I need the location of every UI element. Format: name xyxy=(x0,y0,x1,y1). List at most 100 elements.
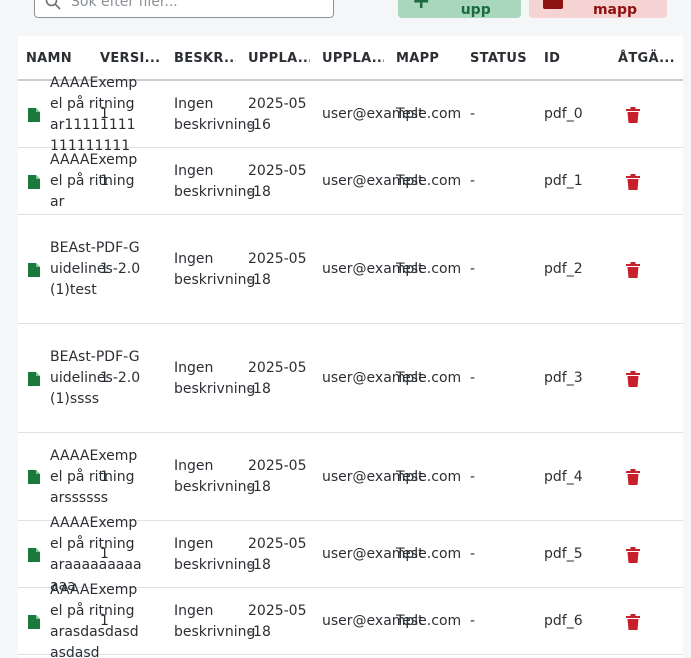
trash-icon[interactable] xyxy=(626,469,640,485)
column-header-id[interactable]: ID xyxy=(544,36,606,81)
trash-icon[interactable] xyxy=(626,173,640,190)
file-icon-cell xyxy=(28,433,42,521)
file-icon xyxy=(28,614,40,629)
file-icon xyxy=(28,174,40,189)
file-icon-cell xyxy=(28,148,42,215)
table-row[interactable]: AAAAExempel på ritningarasdasdasdasdasd 1… xyxy=(18,582,683,658)
row-actions xyxy=(626,324,646,433)
table-body: AAAAExempel på ritningar1111111111111111… xyxy=(18,75,683,658)
file-status: - xyxy=(470,468,476,485)
file-description: Ingen beskrivning xyxy=(174,602,256,640)
file-version: 1 xyxy=(100,261,109,277)
file-id: pdf_1 xyxy=(544,173,583,189)
file-upload-date: 2025-05-18 xyxy=(248,250,307,288)
row-actions xyxy=(626,215,646,324)
trash-icon[interactable] xyxy=(626,370,640,387)
file-description: Ingen beskrivning xyxy=(174,535,256,573)
file-icon xyxy=(28,262,40,277)
file-description: Ingen beskrivning xyxy=(174,359,256,397)
file-icon xyxy=(28,470,40,484)
file-icon xyxy=(28,371,40,386)
file-id: pdf_2 xyxy=(544,261,583,277)
file-status: - xyxy=(470,546,476,562)
column-header-status[interactable]: STATUS xyxy=(470,36,532,81)
file-folder: Test xyxy=(396,370,424,386)
file-upload-date: 2025-05-18 xyxy=(248,602,307,640)
trash-icon[interactable] xyxy=(626,546,640,563)
table-row[interactable]: BEAst-PDF-Guidelines-2.0 (1)test 1 Ingen b… xyxy=(18,215,683,324)
file-id: pdf_0 xyxy=(544,106,583,122)
column-header-upload-date[interactable]: UPPLA... xyxy=(248,36,310,81)
file-name[interactable]: AAAAExempel på ritningaraaaaaaaaaaaa xyxy=(50,515,142,594)
file-version: 1 xyxy=(100,370,109,386)
file-status: - xyxy=(470,261,476,277)
file-icon-cell xyxy=(28,588,42,655)
row-actions xyxy=(626,588,646,655)
file-icon xyxy=(28,547,40,562)
file-upload-date: 2025-05-16 xyxy=(248,95,307,133)
plus-icon: + xyxy=(412,0,431,14)
file-version: 1 xyxy=(100,468,109,485)
file-upload-date: 2025-05-18 xyxy=(248,162,307,200)
files-table: NAMN VERSI... BESKR... UPPLA... UPPLA...… xyxy=(18,36,683,658)
file-name[interactable]: AAAAExempel på ritningarasdasdasdasdasd xyxy=(50,582,142,658)
file-name[interactable]: AAAAExempel på ritningarssssss xyxy=(50,433,142,521)
file-id: pdf_6 xyxy=(544,613,583,629)
search-field[interactable] xyxy=(34,0,334,18)
upload-button[interactable]: + Ladda upp xyxy=(398,0,521,18)
file-upload-date: 2025-05-18 xyxy=(248,359,307,397)
table-row[interactable]: AAAAExempel på ritningar1111111111111111… xyxy=(18,75,683,154)
file-folder: Test xyxy=(396,613,424,629)
file-folder: Test xyxy=(396,261,424,277)
row-actions xyxy=(626,521,646,588)
file-id: pdf_3 xyxy=(544,370,583,386)
delete-folder-button[interactable]: Ta bort mapp xyxy=(529,0,667,18)
file-folder: Test xyxy=(396,468,424,485)
trash-icon[interactable] xyxy=(626,106,640,123)
file-name[interactable]: AAAAExempel på ritningar1111111111111111… xyxy=(50,75,142,154)
file-description: Ingen beskrivning xyxy=(174,458,256,495)
trash-icon[interactable] xyxy=(626,261,640,278)
column-header-uploader[interactable]: UPPLA... xyxy=(322,36,384,81)
search-icon xyxy=(45,0,61,10)
file-status: - xyxy=(470,370,476,386)
search-input[interactable] xyxy=(71,0,311,10)
column-header-folder[interactable]: MAPP xyxy=(396,36,458,81)
file-icon xyxy=(28,107,40,122)
file-id: pdf_5 xyxy=(544,546,583,562)
column-header-actions[interactable]: ÅTGÄ... xyxy=(618,36,680,81)
file-upload-date: 2025-05-18 xyxy=(248,535,307,573)
file-version: 1 xyxy=(100,613,109,629)
file-version: 1 xyxy=(100,546,109,562)
file-upload-date: 2025-05-18 xyxy=(248,458,307,495)
file-folder: Test xyxy=(396,173,424,189)
file-description: Ingen beskrivning xyxy=(174,95,256,133)
file-description: Ingen beskrivning xyxy=(174,162,256,200)
file-status: - xyxy=(470,173,476,189)
table-row[interactable]: AAAAExempel på ritningar 1 Ingen beskrivni… xyxy=(18,148,683,215)
file-version: 1 xyxy=(100,106,109,122)
upload-button-label: Ladda upp xyxy=(452,0,500,18)
file-name[interactable]: AAAAExempel på ritningar xyxy=(50,148,142,215)
row-actions xyxy=(626,81,646,148)
file-icon-cell xyxy=(28,215,42,324)
row-actions xyxy=(626,433,646,521)
table-row[interactable]: AAAAExempel på ritningaraaaaaaaaaaaa 1 Ing… xyxy=(18,515,683,594)
file-icon-cell xyxy=(28,81,42,148)
trash-icon[interactable] xyxy=(626,613,640,630)
file-icon-cell xyxy=(28,521,42,588)
delete-folder-button-label: Ta bort mapp xyxy=(587,0,642,18)
file-folder: Test xyxy=(396,106,424,122)
file-name[interactable]: BEAst-PDF-Guidelines-2.0 (1)ssss xyxy=(50,324,142,433)
file-version: 1 xyxy=(100,173,109,189)
column-header-description[interactable]: BESKR... xyxy=(174,36,236,81)
row-actions xyxy=(626,148,646,215)
file-id: pdf_4 xyxy=(544,468,583,485)
file-folder: Test xyxy=(396,546,424,562)
file-status: - xyxy=(470,613,476,629)
folder-icon xyxy=(543,0,563,9)
file-name[interactable]: BEAst-PDF-Guidelines-2.0 (1)test xyxy=(50,215,142,324)
file-description: Ingen beskrivning xyxy=(174,250,256,288)
table-row[interactable]: BEAst-PDF-Guidelines-2.0 (1)ssss 1 Ingen b… xyxy=(18,324,683,433)
table-row[interactable]: AAAAExempel på ritningarssssss 1 Ingen bes… xyxy=(18,433,683,521)
